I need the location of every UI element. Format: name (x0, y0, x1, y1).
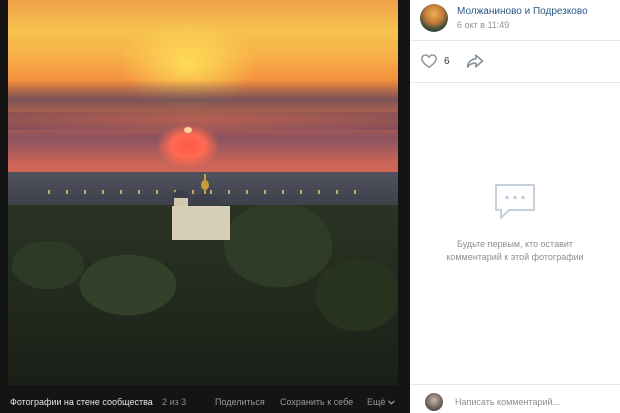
sun-core (184, 127, 192, 133)
church-gold-cupola (201, 180, 209, 190)
empty-message-line-2: комментарий к этой фотографии (446, 252, 584, 262)
photo-counter: 2 из 3 (162, 396, 187, 407)
album-title[interactable]: Фотографии на стене сообщества (10, 397, 153, 407)
chevron-down-icon (388, 400, 395, 405)
comment-composer: Написать комментарий... (410, 384, 620, 413)
avatar[interactable] (420, 4, 448, 32)
likes-count: 6 (444, 55, 450, 67)
like-button[interactable]: 6 (420, 52, 450, 70)
share-arrow-icon[interactable] (465, 52, 485, 70)
save-button[interactable]: Сохранить к себе (280, 397, 353, 407)
heart-icon (421, 54, 437, 69)
comment-input[interactable]: Написать комментарий... (455, 397, 560, 407)
comment-bubble-icon (495, 184, 535, 219)
photo-viewer: Фотографии на стене сообщества 2 из 3 По… (0, 0, 410, 413)
avatar (425, 393, 443, 411)
divider (410, 40, 620, 41)
author-name[interactable]: Молжаниново и Подрезково (457, 6, 588, 17)
comments-empty-state: Будьте первым, кто оставит комментарий к… (410, 182, 620, 264)
photo[interactable] (8, 0, 398, 385)
share-button[interactable]: Поделиться (215, 397, 265, 407)
side-panel: Молжаниново и Подрезково 6 окт в 11:49 6… (410, 0, 620, 413)
divider (410, 82, 620, 83)
more-label: Ещё (367, 396, 386, 407)
post-date[interactable]: 6 окт в 11:49 (457, 20, 509, 30)
church-body (172, 206, 230, 240)
post-author: Молжаниново и Подрезково 6 окт в 11:49 (420, 4, 620, 40)
viewer-footer: Фотографии на стене сообщества 2 из 3 По… (0, 390, 410, 413)
church (168, 170, 234, 240)
more-button[interactable]: Ещё (367, 397, 395, 407)
empty-message-line-1: Будьте первым, кто оставит (456, 239, 574, 249)
